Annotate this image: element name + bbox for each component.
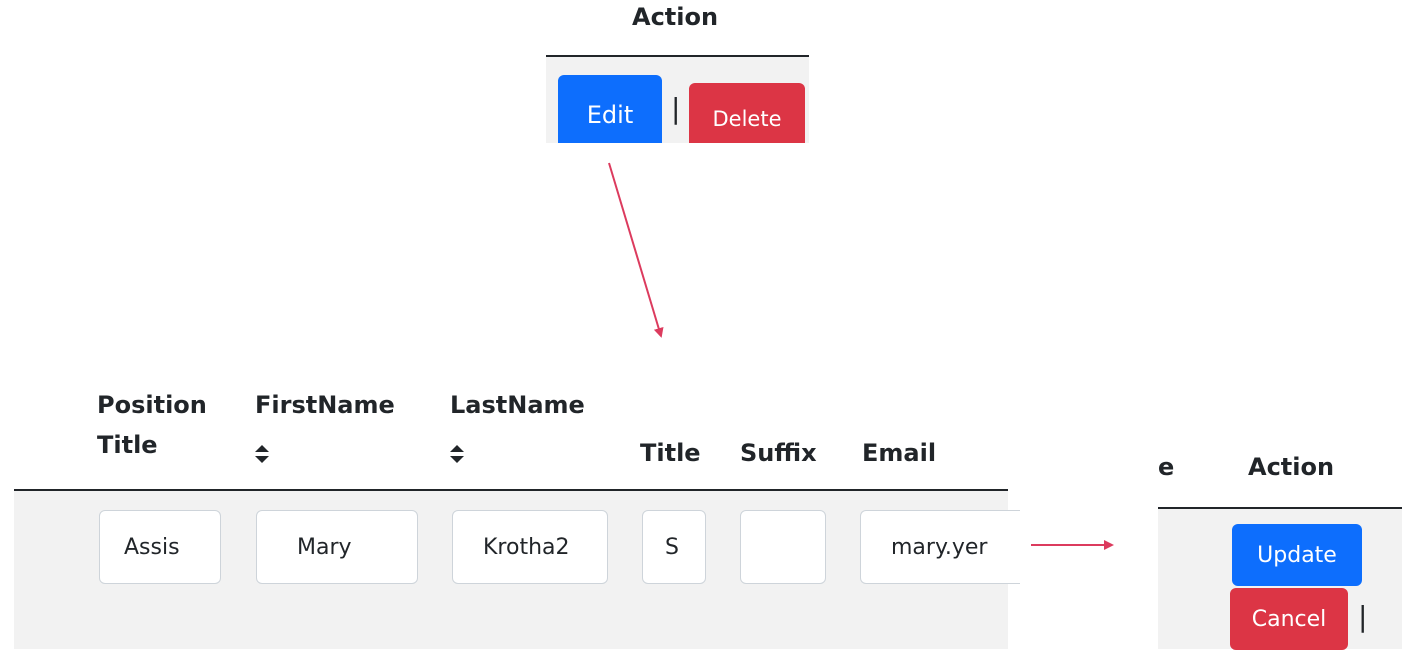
email-input[interactable] (860, 510, 1020, 584)
delete-button[interactable]: Delete (689, 83, 805, 143)
col-header-position-title-line1: Position (97, 391, 207, 419)
update-button[interactable]: Update (1232, 524, 1362, 586)
top-action-panel: Action Edit | Delete (546, 0, 809, 143)
action-separator: | (671, 92, 681, 125)
sort-firstname-icon[interactable] (255, 445, 269, 463)
edit-button[interactable]: Edit (558, 75, 662, 143)
cancel-button[interactable]: Cancel (1230, 588, 1348, 650)
action-separator-edit: | (1358, 600, 1368, 633)
right-action-panel: e Action Update Cancel | (1158, 440, 1402, 650)
lastname-input[interactable] (452, 510, 608, 584)
col-header-email: Email (862, 439, 937, 467)
firstname-input[interactable] (256, 510, 418, 584)
down-arrow (608, 162, 664, 338)
sort-lastname-icon[interactable] (450, 445, 464, 463)
right-action-cell: Update Cancel | (1158, 509, 1402, 650)
partial-column-header: e (1158, 453, 1175, 481)
action-cell: Edit | Delete (546, 57, 809, 143)
col-header-position-title-line2: Title (97, 431, 158, 460)
col-header-firstname[interactable]: FirstName (255, 392, 395, 419)
col-header-position-title: Position Title (97, 392, 207, 459)
position-title-input[interactable] (99, 510, 221, 584)
suffix-input[interactable] (740, 510, 826, 584)
col-header-suffix: Suffix (740, 439, 817, 467)
col-header-lastname[interactable]: LastName (450, 392, 585, 419)
action-column-header-edit: Action (1248, 453, 1335, 481)
title-input[interactable] (642, 510, 706, 584)
col-header-title: Title (640, 439, 701, 467)
action-column-header: Action (632, 3, 719, 31)
